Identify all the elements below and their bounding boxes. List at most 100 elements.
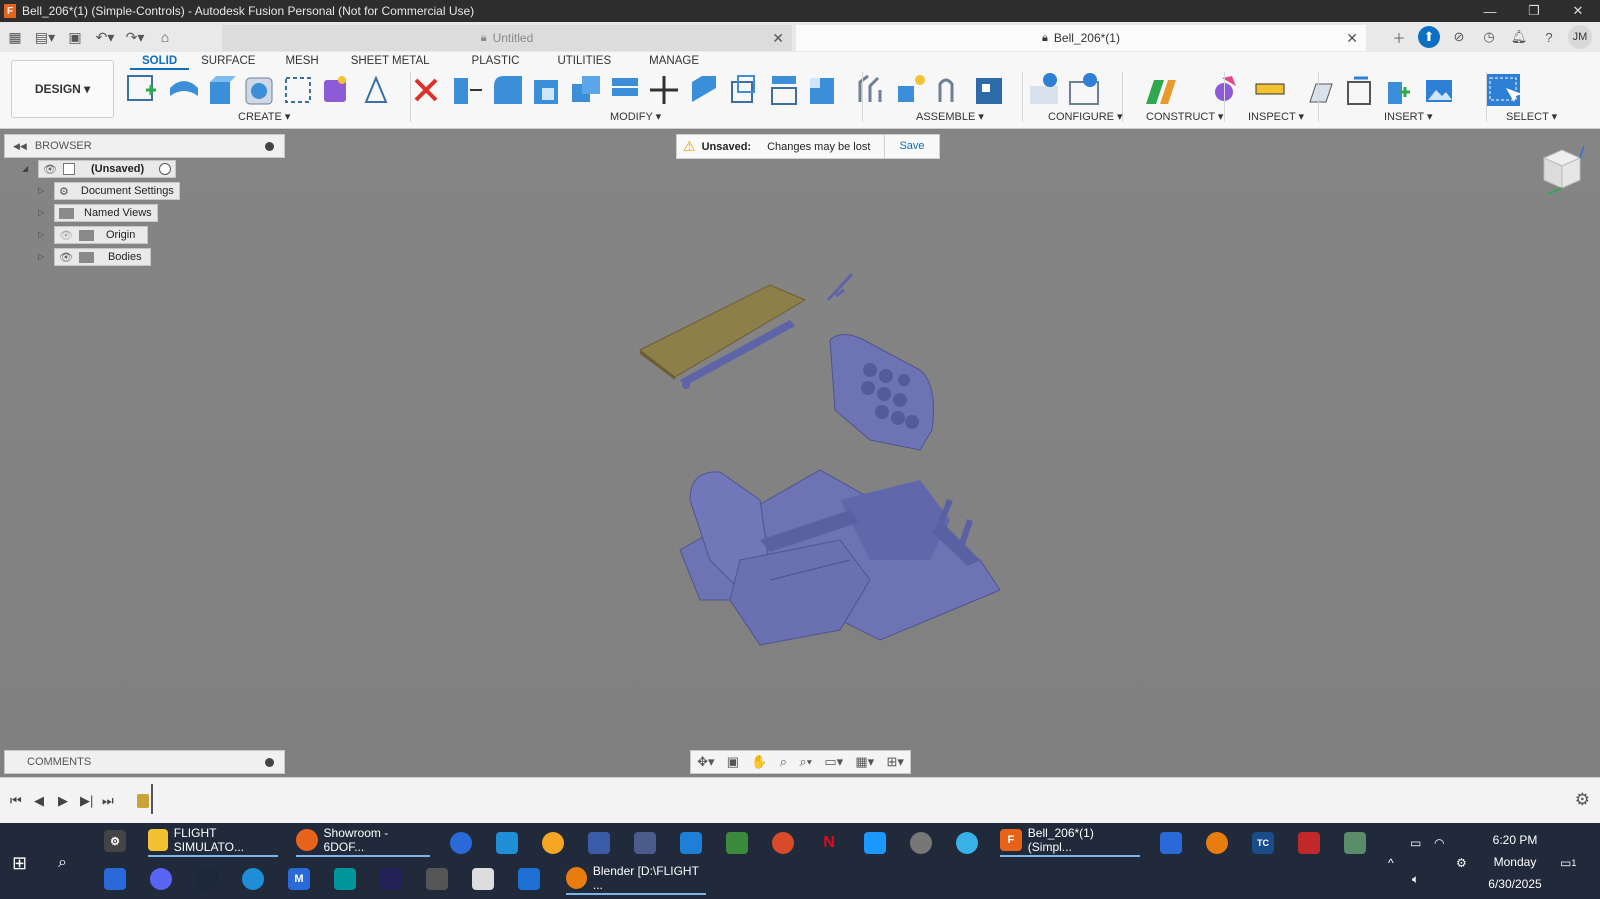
orbit-icon[interactable]: ✥▾	[697, 754, 714, 770]
insert-mesh-icon[interactable]	[1388, 82, 1410, 104]
taskbar-app-icon[interactable]	[910, 827, 932, 859]
windows-start-icon[interactable]: ⊞	[12, 847, 27, 879]
tab-plastic[interactable]: PLASTIC	[460, 54, 532, 70]
offset-plane-icon[interactable]	[1146, 80, 1176, 104]
save-button[interactable]: Save	[884, 134, 938, 159]
taskbar-app-icon[interactable]	[956, 827, 978, 859]
ruler-icon[interactable]	[1255, 83, 1285, 95]
expand-icon[interactable]: ▷	[38, 186, 44, 195]
taskbar-app-icon[interactable]	[380, 863, 402, 895]
pattern-icon[interactable]	[285, 77, 311, 103]
move-icon[interactable]	[650, 76, 678, 104]
blender-icon[interactable]	[1206, 827, 1228, 859]
instrument-panel-board[interactable]	[639, 284, 807, 389]
browser-panel-header[interactable]: ◀◀ BROWSER	[4, 134, 285, 158]
instrument-console[interactable]	[829, 334, 934, 451]
taskbar-app-icon[interactable]: M	[288, 863, 310, 895]
tray-settings-icon[interactable]: ⚙	[1456, 847, 1467, 879]
press-pull-icon[interactable]	[454, 78, 482, 104]
zoom-icon[interactable]: ⌕	[780, 754, 787, 770]
browser-item-origin[interactable]: 👁︎ Origin	[54, 226, 148, 244]
expand-root-icon[interactable]: ◢	[22, 164, 28, 173]
viewcube[interactable]	[1538, 144, 1586, 196]
joint-icon[interactable]	[898, 75, 925, 102]
taskbar-app-icon[interactable]	[426, 863, 448, 895]
file-menu-icon[interactable]: ▤▾	[34, 26, 56, 48]
joint-origin-icon[interactable]	[976, 78, 1002, 104]
app-grid-icon[interactable]: ▦	[4, 26, 26, 48]
timeline-feature-icon[interactable]	[137, 794, 149, 808]
taskbar-app-icon[interactable]: TC	[1252, 827, 1274, 859]
fillet-icon[interactable]	[494, 76, 522, 104]
taskbar-app-icon[interactable]	[1298, 827, 1320, 859]
pin-panel-icon[interactable]	[265, 141, 274, 151]
taskbar-blender[interactable]: Blender [D:\FLIGHT ...	[566, 863, 706, 895]
settings-icon[interactable]: ⚙	[104, 825, 126, 857]
go-to-start-icon[interactable]: ⏮	[10, 793, 22, 809]
eye-icon[interactable]: 👁︎	[43, 163, 57, 176]
avatar[interactable]: JM	[1568, 25, 1592, 49]
timeline-settings-icon[interactable]: ⚙	[1575, 790, 1590, 810]
browser-item-named-views[interactable]: Named Views	[54, 204, 158, 222]
arduino-icon[interactable]	[334, 863, 356, 895]
taskbar-app-icon[interactable]	[1160, 827, 1182, 859]
model-viewport-scene[interactable]	[620, 260, 1040, 660]
system-clock[interactable]: 6:20 PM Monday 6/30/2025	[1470, 829, 1560, 895]
redo-icon[interactable]: ↷▾	[124, 26, 146, 48]
eye-hidden-icon[interactable]: 👁︎	[59, 229, 73, 242]
box-icon[interactable]	[324, 76, 346, 102]
collapse-panel-icon[interactable]: ◀◀	[13, 141, 27, 152]
expand-icon[interactable]: ▷	[38, 252, 44, 261]
tab-utilities[interactable]: UTILITIES	[545, 54, 623, 70]
step-back-icon[interactable]: ◀	[34, 793, 44, 809]
close-tab-icon[interactable]: ✕	[772, 30, 784, 47]
taskbar-app-icon[interactable]	[496, 827, 518, 859]
taskbar-app-icon[interactable]	[542, 827, 564, 859]
new-component-icon[interactable]	[858, 74, 882, 102]
comments-panel-header[interactable]: COMMENTS	[4, 750, 285, 774]
delete-icon[interactable]	[414, 78, 438, 102]
extrude-icon[interactable]	[210, 76, 236, 104]
save-icon[interactable]: ▣	[64, 26, 86, 48]
create-form-icon[interactable]	[170, 81, 198, 96]
zoom-window-icon[interactable]: ⌕▾	[799, 754, 812, 770]
new-tab-icon[interactable]: ＋	[1388, 26, 1410, 48]
taskbar-app-icon[interactable]	[104, 863, 126, 895]
maximize-button[interactable]: ❐	[1512, 0, 1556, 22]
inspect-menu[interactable]: INSPECT ▾	[1248, 110, 1304, 123]
browser-item-document-settings[interactable]: ⚙ Document Settings	[54, 182, 180, 200]
taskbar-app-icon[interactable]	[242, 863, 264, 895]
browser-root-node[interactable]: 👁︎ (Unsaved)	[38, 160, 176, 178]
scale-icon[interactable]	[731, 75, 755, 103]
minimize-button[interactable]: —	[1468, 0, 1512, 22]
configure-table-icon[interactable]	[1069, 73, 1099, 105]
chamfer-icon[interactable]	[534, 80, 558, 104]
online-status-icon[interactable]: ⬆	[1418, 26, 1440, 48]
configure-menu[interactable]: CONFIGURE ▾	[1048, 110, 1123, 123]
taskbar-app-icon[interactable]	[588, 827, 610, 859]
split-body-icon[interactable]	[692, 76, 716, 102]
revolve-icon[interactable]	[245, 77, 273, 105]
home-icon[interactable]: ⌂	[154, 26, 176, 48]
undo-icon[interactable]: ↶▾	[94, 26, 116, 48]
tab-solid[interactable]: SOLID	[130, 54, 190, 70]
notifications-icon[interactable]: 🔔︎	[1508, 26, 1530, 48]
expand-icon[interactable]: ▷	[38, 230, 44, 239]
insert-canvas-icon[interactable]	[1426, 80, 1452, 102]
tab-sheet-metal[interactable]: SHEET METAL	[339, 54, 442, 70]
taskbar-app-icon[interactable]	[450, 827, 472, 859]
notification-center-icon[interactable]: ▭ 1	[1560, 847, 1576, 879]
eye-icon[interactable]: 👁︎	[59, 251, 73, 264]
tab-mesh[interactable]: MESH	[273, 54, 330, 70]
steam-icon[interactable]	[196, 863, 218, 895]
netflix-icon[interactable]: N	[818, 827, 840, 859]
taskbar-app-icon[interactable]	[634, 827, 656, 859]
construct-menu[interactable]: CONSTRUCT ▾	[1146, 110, 1223, 123]
tray-overflow-icon[interactable]: ^	[1388, 847, 1394, 879]
tab-untitled[interactable]: 🔒︎ Untitled ✕	[222, 25, 792, 51]
create-sketch-icon[interactable]	[127, 75, 156, 101]
insert-link-icon[interactable]	[1347, 76, 1371, 105]
canvas-viewport[interactable]: ◀◀ BROWSER ◢ 👁︎ (Unsaved) ▷ ⚙ Document S…	[0, 130, 1600, 777]
discord-icon[interactable]	[150, 863, 172, 895]
shell-icon[interactable]	[572, 76, 600, 102]
